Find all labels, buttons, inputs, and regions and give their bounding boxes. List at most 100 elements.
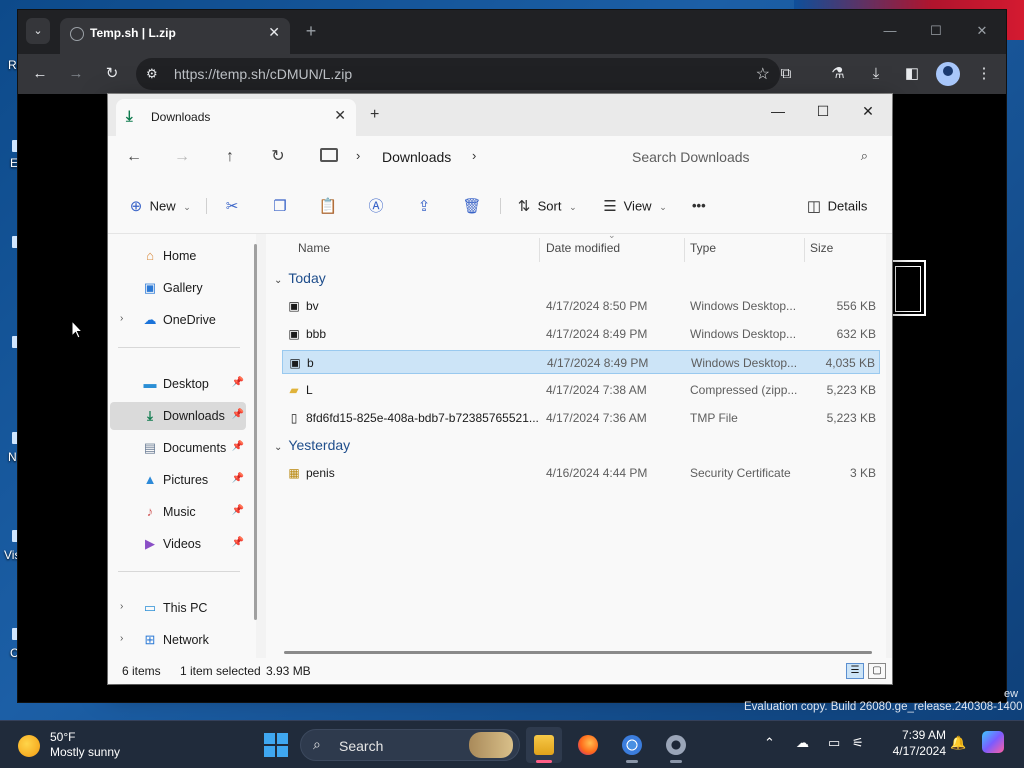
pin-icon[interactable]: 📌 bbox=[232, 473, 244, 484]
taskbar-search[interactable]: ⌕ Search bbox=[300, 729, 520, 761]
column-divider[interactable] bbox=[804, 238, 805, 262]
column-header-type[interactable]: Type bbox=[690, 234, 802, 262]
close-icon[interactable]: ✕ bbox=[334, 107, 346, 124]
minimize-button[interactable]: — bbox=[758, 98, 798, 124]
sidebar-item-videos[interactable]: ▶ Videos 📌 bbox=[110, 530, 246, 558]
tiles-view-button[interactable]: ▢ bbox=[868, 663, 886, 679]
sidebar-item-onedrive[interactable]: › ☁ OneDrive bbox=[110, 306, 246, 334]
table-row[interactable]: ▰ L 4/17/2024 7:38 AM Compressed (zipp..… bbox=[282, 378, 880, 402]
close-window-button[interactable]: ✕ bbox=[848, 98, 888, 124]
reload-button[interactable]: ↻ bbox=[100, 62, 124, 86]
details-button[interactable]: ◫ Details bbox=[804, 192, 867, 220]
system-clock[interactable]: 7:39 AM 4/17/2024 bbox=[876, 727, 946, 759]
column-header-size[interactable]: Size bbox=[810, 234, 880, 262]
download-icon[interactable]: ⤓ bbox=[864, 62, 888, 86]
sidebar-item-this-pc[interactable]: › ▭ This PC bbox=[110, 594, 246, 622]
table-row[interactable]: ▣ bv 4/17/2024 8:50 PM Windows Desktop..… bbox=[282, 294, 880, 318]
pin-icon[interactable]: 📌 bbox=[232, 377, 244, 388]
close-window-button[interactable]: ✕ bbox=[962, 18, 1002, 44]
browser-tab[interactable]: Temp.sh | L.zip ✕ bbox=[60, 18, 290, 54]
side-panel-icon[interactable]: ◧ bbox=[900, 62, 924, 86]
rename-button[interactable]: Ⓐ bbox=[366, 192, 386, 220]
share-button[interactable]: ⇪ bbox=[414, 192, 434, 220]
column-divider[interactable] bbox=[539, 238, 540, 262]
sidebar-item-documents[interactable]: ▤ Documents 📌 bbox=[110, 434, 246, 462]
desktop-icon-label[interactable]: N bbox=[8, 450, 17, 464]
sidebar-item-network[interactable]: › ⊞ Network bbox=[110, 626, 246, 654]
horizontal-scrollbar[interactable] bbox=[284, 651, 872, 654]
sidebar-item-gallery[interactable]: ▣ Gallery bbox=[110, 274, 246, 302]
taskbar-chrome[interactable] bbox=[614, 727, 650, 763]
chevron-up-icon[interactable]: ⌃ bbox=[764, 735, 775, 751]
column-header-name[interactable]: Name bbox=[298, 234, 538, 262]
forward-button[interactable]: → bbox=[170, 146, 194, 170]
table-row-selected[interactable]: ▣ b 4/17/2024 8:49 PM Windows Desktop...… bbox=[282, 350, 880, 374]
group-header-yesterday[interactable]: ⌄ Yesterday bbox=[274, 433, 350, 457]
pin-icon[interactable]: 📌 bbox=[232, 505, 244, 516]
pin-icon[interactable]: 📌 bbox=[232, 441, 244, 452]
details-view-button[interactable]: ☰ bbox=[846, 663, 864, 679]
view-button[interactable]: ☰ View ⌄ bbox=[600, 192, 666, 220]
sidebar-item-music[interactable]: ♪ Music 📌 bbox=[110, 498, 246, 526]
bell-icon[interactable]: 🔔 bbox=[950, 735, 966, 751]
sidebar-item-desktop[interactable]: ▬ Desktop 📌 bbox=[110, 370, 246, 398]
monitor-icon[interactable]: ▭ bbox=[828, 735, 840, 751]
column-divider[interactable] bbox=[684, 238, 685, 262]
chevron-right-icon[interactable]: › bbox=[472, 148, 476, 163]
up-button[interactable]: ↑ bbox=[218, 146, 242, 170]
maximize-button[interactable]: ☐ bbox=[916, 18, 956, 44]
avatar[interactable] bbox=[936, 62, 960, 86]
new-button[interactable]: ⊕ New ⌄ bbox=[126, 192, 191, 220]
tab-search-button[interactable]: ⌄ bbox=[26, 18, 50, 44]
pin-icon[interactable]: 📌 bbox=[232, 409, 244, 420]
sidebar-item-downloads[interactable]: ⤓ Downloads 📌 bbox=[110, 402, 246, 430]
taskbar-firefox[interactable] bbox=[570, 727, 606, 763]
flask-icon[interactable]: ⚗ bbox=[826, 62, 850, 86]
refresh-button[interactable]: ↻ bbox=[266, 146, 290, 170]
url-text[interactable]: https://temp.sh/cDMUN/L.zip bbox=[174, 66, 352, 82]
table-row[interactable]: ▯ 8fd6fd15-825e-408a-bdb7-b72385765521..… bbox=[282, 406, 880, 430]
minimize-button[interactable]: — bbox=[870, 18, 910, 44]
copy-button[interactable]: ❐ bbox=[270, 192, 290, 220]
forward-button[interactable]: → bbox=[64, 62, 88, 86]
more-options-button[interactable]: ••• bbox=[692, 192, 706, 220]
sidebar-item-home[interactable]: ⌂ Home bbox=[110, 242, 246, 270]
chevron-right-icon[interactable]: › bbox=[120, 633, 123, 644]
new-tab-button[interactable]: + bbox=[300, 20, 322, 42]
tune-icon[interactable]: ⚙ bbox=[146, 66, 158, 82]
puzzle-icon[interactable]: ⧉ bbox=[774, 62, 798, 86]
back-button[interactable]: ← bbox=[122, 146, 146, 170]
maximize-button[interactable]: ☐ bbox=[803, 98, 843, 124]
address-bar[interactable]: ⚙ https://temp.sh/cDMUN/L.zip ☆ bbox=[136, 58, 780, 90]
copilot-icon[interactable] bbox=[982, 731, 1004, 753]
chevron-right-icon[interactable]: › bbox=[120, 313, 123, 324]
sidebar-scrollbar[interactable] bbox=[254, 244, 257, 620]
close-icon[interactable]: ✕ bbox=[268, 24, 280, 41]
cut-button[interactable]: ✂ bbox=[222, 192, 242, 220]
start-button[interactable] bbox=[264, 733, 288, 757]
star-icon[interactable]: ☆ bbox=[756, 64, 770, 84]
delete-button[interactable]: 🗑 bbox=[462, 192, 482, 220]
taskbar-file-explorer[interactable] bbox=[526, 727, 562, 763]
table-row[interactable]: ▣ bbb 4/17/2024 8:49 PM Windows Desktop.… bbox=[282, 322, 880, 346]
desktop-icon-label[interactable]: E bbox=[10, 156, 18, 170]
kebab-menu-icon[interactable]: ⋮ bbox=[972, 62, 996, 86]
table-row[interactable]: ▦ penis 4/16/2024 4:44 PM Security Certi… bbox=[282, 461, 880, 485]
network-icon[interactable]: ⚟ bbox=[852, 735, 864, 751]
sort-button[interactable]: ⇅ Sort ⌄ bbox=[514, 192, 577, 220]
column-header-date[interactable]: Date modified bbox=[546, 234, 684, 262]
new-tab-button[interactable]: + bbox=[370, 106, 379, 124]
weather-widget[interactable]: 50°F Mostly sunny bbox=[10, 729, 170, 761]
explorer-tab[interactable]: ⤓ Downloads ✕ bbox=[116, 99, 356, 136]
page-button[interactable] bbox=[892, 260, 926, 316]
sidebar-item-pictures[interactable]: ▲ Pictures 📌 bbox=[110, 466, 246, 494]
group-header-today[interactable]: ⌄ Today bbox=[274, 266, 326, 290]
search-input[interactable]: Search Downloads ⌕ bbox=[614, 142, 878, 172]
breadcrumb-item[interactable]: Downloads bbox=[382, 149, 451, 165]
pin-icon[interactable]: 📌 bbox=[232, 537, 244, 548]
breadcrumb[interactable]: › Downloads › bbox=[312, 142, 612, 172]
back-button[interactable]: ← bbox=[28, 62, 52, 86]
cloud-offline-icon[interactable]: ☁ bbox=[796, 735, 809, 751]
chevron-right-icon[interactable]: › bbox=[356, 148, 360, 163]
search-highlight-icon[interactable] bbox=[469, 732, 513, 758]
